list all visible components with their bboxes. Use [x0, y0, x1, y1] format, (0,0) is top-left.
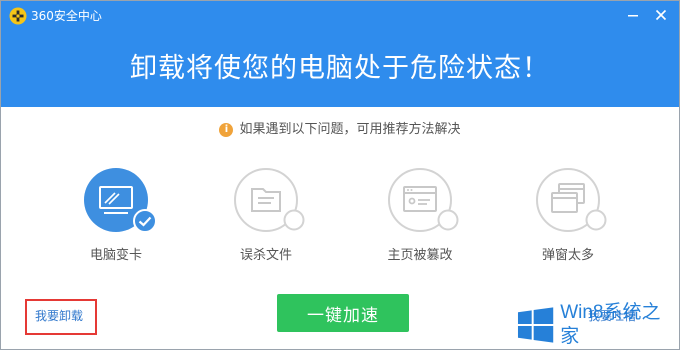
one-click-speedup-button[interactable]: 一键加速: [277, 294, 409, 332]
empty-badge-icon: [437, 209, 459, 231]
empty-badge-icon: [585, 209, 607, 231]
info-icon: i: [219, 123, 234, 137]
minimize-icon: [628, 15, 638, 17]
watermark-text: Win8系统之家: [560, 302, 661, 347]
watermark: Win8系统之家: [517, 302, 677, 347]
issue-label: 电脑变卡: [89, 248, 142, 263]
header-banner: 360安全中心 卸载将使您的电脑处于危险状态！: [1, 1, 679, 107]
empty-badge-icon: [283, 209, 305, 231]
app-title: 360安全中心: [31, 9, 102, 23]
windows-logo-icon: [517, 307, 554, 343]
issue-label: 主页被篡改: [387, 248, 453, 263]
issue-homepage-hijacked[interactable]: 主页被篡改: [355, 167, 485, 265]
issue-label: 误杀文件: [239, 248, 292, 263]
issue-label: 弹窗太多: [541, 248, 594, 263]
issue-computer-slow[interactable]: 电脑变卡: [51, 167, 181, 265]
uninstall-link[interactable]: 我要卸载: [35, 308, 83, 324]
issue-icon-circle: [233, 167, 305, 233]
issue-icon-circle: [387, 167, 459, 233]
issue-icon-circle: [83, 167, 157, 233]
info-row: i 如果遇到以下问题，可用推荐方法解决: [1, 121, 679, 139]
close-icon: [655, 9, 667, 21]
360-logo-icon: [9, 7, 27, 25]
issue-deleted-files[interactable]: 误杀文件: [201, 167, 331, 265]
warning-headline: 卸载将使您的电脑处于危险状态！: [130, 53, 550, 84]
minimize-button[interactable]: [619, 3, 647, 27]
issue-icon-circle: [535, 167, 607, 233]
uninstall-dialog: 360安全中心 卸载将使您的电脑处于危险状态！ i 如果遇到以下问题，可用推荐方…: [0, 0, 680, 350]
info-text: 如果遇到以下问题，可用推荐方法解决: [239, 122, 461, 137]
issue-too-many-popups[interactable]: 弹窗太多: [503, 167, 633, 265]
close-button[interactable]: [647, 3, 675, 27]
checkmark-badge-icon: [133, 209, 157, 233]
